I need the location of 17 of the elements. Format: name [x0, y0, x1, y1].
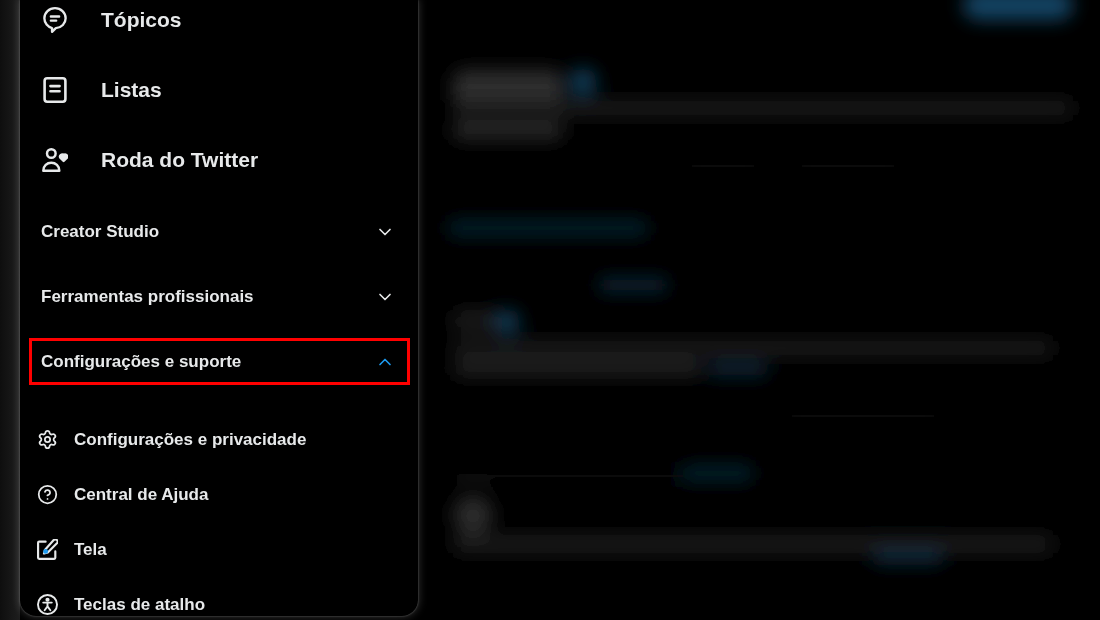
pen-square-icon — [37, 539, 58, 560]
section-header[interactable]: Ferramentas profissionais — [29, 273, 410, 320]
settings-icon — [37, 429, 58, 450]
submenu-item[interactable]: Tela — [20, 522, 418, 577]
menu-item[interactable]: Listas — [20, 70, 418, 110]
menu-item[interactable]: Roda do Twitter — [20, 140, 418, 180]
document-icon — [42, 77, 68, 103]
submenu-item[interactable]: Teclas de atalho — [20, 577, 418, 620]
section-header[interactable]: Creator Studio — [29, 208, 410, 255]
submenu-item[interactable]: Configurações e privacidade — [20, 412, 418, 467]
person-heart-icon — [42, 148, 68, 172]
section-header[interactable]: Configurações e suporte — [29, 338, 410, 385]
help-icon — [37, 484, 58, 505]
menu-item[interactable]: Tópicos — [20, 0, 418, 40]
submenu-item[interactable]: Central de Ajuda — [20, 467, 418, 522]
accessibility-icon — [37, 594, 58, 615]
speech-bubble-icon — [42, 7, 68, 33]
